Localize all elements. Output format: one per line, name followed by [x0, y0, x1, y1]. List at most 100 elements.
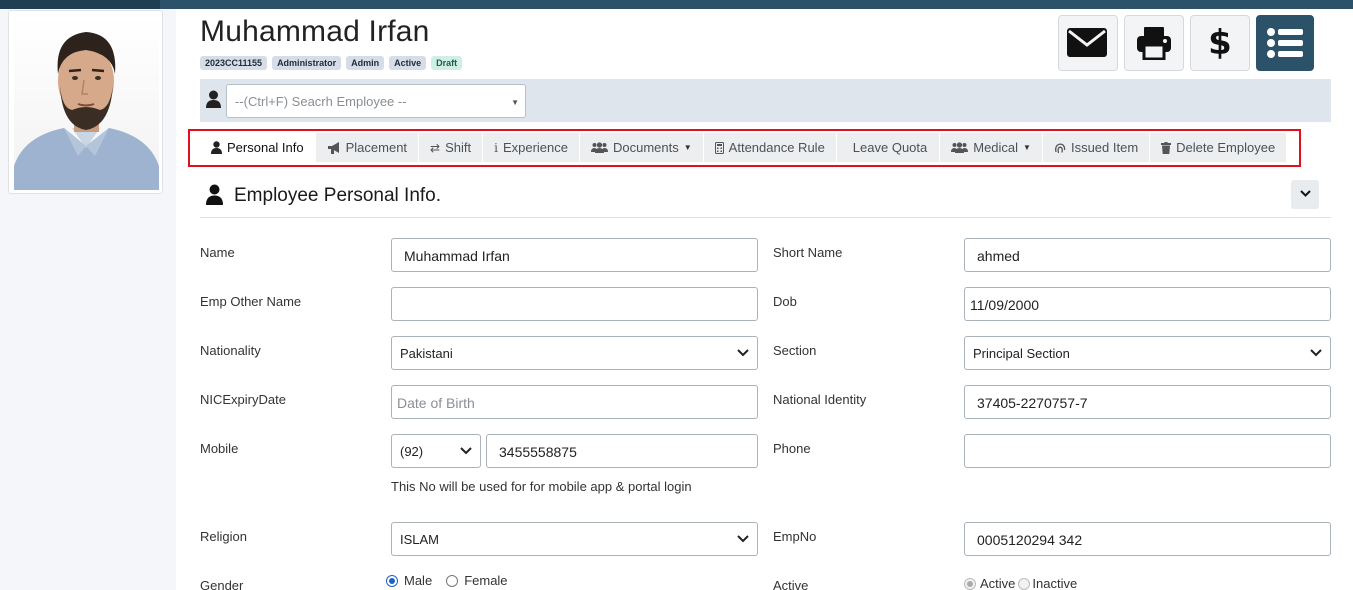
fingerprint-icon: [1054, 142, 1066, 154]
phone-label: Phone: [773, 441, 811, 456]
chevron-down-icon: [460, 447, 472, 455]
section-title: Employee Personal Info.: [234, 185, 442, 206]
user-icon: [206, 90, 221, 108]
tab-personal-info[interactable]: Personal Info: [200, 133, 316, 162]
mobile-input[interactable]: 3455558875: [486, 434, 758, 468]
section-label: Section: [773, 343, 817, 358]
chevron-down-icon: [737, 535, 749, 543]
other-name-input[interactable]: [391, 287, 758, 321]
payroll-button[interactable]: $: [1190, 15, 1250, 71]
bullhorn-icon: [327, 141, 341, 154]
tab-documents[interactable]: Documents ▼: [580, 133, 704, 162]
tab-label: Personal Info: [227, 140, 304, 155]
email-dropdown-button[interactable]: ▼: [1058, 15, 1118, 71]
tab-delete-employee[interactable]: Delete Employee: [1150, 133, 1288, 162]
chevron-down-icon: [1299, 189, 1311, 200]
tab-label: Delete Employee: [1176, 140, 1276, 155]
chevron-down-icon: [737, 349, 749, 357]
name-input[interactable]: Muhammad Irfan: [391, 238, 758, 272]
nic-expiry-input[interactable]: Date of Birth: [391, 385, 758, 419]
info-icon: i: [494, 140, 498, 155]
nationality-label: Nationality: [200, 343, 261, 358]
employee-tabs: Personal Info Placement ⇄ Shift i Experi…: [200, 133, 1288, 162]
nationality-value: Pakistani: [400, 346, 453, 361]
employee-search-bar: --(Ctrl+F) Seacrh Employee -- ▼: [200, 79, 1331, 122]
phone-input[interactable]: [964, 434, 1331, 468]
header-actions: ▼ $: [1058, 15, 1314, 71]
employee-badges: 2023CC11155 Administrator Admin Active D…: [200, 56, 463, 70]
tab-label: Shift: [445, 140, 472, 155]
dob-input[interactable]: 11/09/2000: [964, 287, 1331, 321]
dollar-icon: $: [1208, 23, 1232, 63]
empno-input[interactable]: 0005120294 342: [964, 522, 1331, 556]
caret-down-icon: ▼: [683, 143, 692, 152]
employee-code-badge: 2023CC11155: [200, 56, 268, 70]
caret-down-icon: ▼: [511, 98, 519, 107]
employee-photo-card: [8, 10, 163, 194]
tab-label: Placement: [345, 140, 408, 155]
user-icon: [206, 184, 223, 205]
users-icon: [951, 142, 969, 153]
employee-photo[interactable]: [14, 16, 159, 190]
name-label: Name: [200, 245, 235, 260]
caret-down-icon: ▼: [1099, 47, 1107, 56]
navbar-accent: [0, 0, 160, 9]
user-icon: [211, 141, 222, 154]
gender-male-radio[interactable]: [386, 574, 398, 587]
tab-label: Attendance Rule: [728, 140, 825, 155]
religion-select[interactable]: ISLAM: [391, 522, 758, 556]
status-badge: Active: [389, 56, 427, 70]
tab-shift[interactable]: ⇄ Shift: [419, 133, 484, 162]
search-placeholder: --(Ctrl+F) Seacrh Employee --: [235, 94, 407, 109]
national-identity-input[interactable]: 37405-2270757-7: [964, 385, 1331, 419]
tab-medical[interactable]: Medical ▼: [940, 133, 1043, 162]
inactive-option-label: Inactive: [1032, 576, 1078, 590]
top-navbar: [0, 0, 1353, 9]
gender-radio-group: Male Female: [386, 573, 508, 588]
tab-experience[interactable]: i Experience: [483, 133, 580, 162]
print-button[interactable]: [1124, 15, 1184, 71]
tab-placement[interactable]: Placement: [316, 133, 420, 162]
tab-issued-item[interactable]: Issued Item: [1043, 133, 1151, 162]
section-select[interactable]: Principal Section: [964, 336, 1331, 370]
tab-label: Issued Item: [1070, 140, 1139, 155]
tab-label: Leave Quota: [852, 140, 928, 155]
tab-leave-quota[interactable]: Leave Quota: [837, 133, 941, 162]
country-code-select[interactable]: (92): [391, 434, 481, 468]
nationality-select[interactable]: Pakistani: [391, 336, 758, 370]
tab-attendance-rule[interactable]: Attendance Rule: [704, 133, 837, 162]
mobile-label: Mobile: [200, 441, 239, 456]
dob-label: Dob: [773, 294, 797, 309]
active-radio-group: Active Inactive: [964, 576, 1077, 590]
tab-label: Experience: [502, 140, 568, 155]
gender-female-radio[interactable]: [446, 574, 459, 587]
chevron-down-icon: [1310, 349, 1322, 357]
employee-name: Muhammad Irfan: [200, 15, 430, 48]
active-label: Active: [773, 578, 809, 590]
tab-label: Medical: [973, 140, 1019, 155]
religion-label: Religion: [200, 529, 247, 544]
collapse-button[interactable]: [1291, 180, 1319, 209]
list-icon: [1267, 28, 1303, 58]
calculator-icon: [714, 141, 724, 154]
tab-label: Documents: [613, 140, 679, 155]
active-radio[interactable]: [964, 577, 976, 590]
exchange-icon: ⇄: [430, 140, 441, 155]
country-code-value: (92): [400, 444, 424, 459]
caret-down-icon: ▼: [1023, 143, 1031, 152]
draft-badge: Draft: [431, 56, 463, 70]
gender-male-label: Male: [404, 573, 433, 588]
short-name-label: Short Name: [773, 245, 843, 260]
group-badge: Admin: [346, 56, 385, 70]
role-badge: Administrator: [272, 56, 342, 70]
inactive-radio[interactable]: [1018, 577, 1031, 590]
employee-search-select[interactable]: --(Ctrl+F) Seacrh Employee -- ▼: [226, 84, 526, 118]
short-name-input[interactable]: ahmed: [964, 238, 1331, 272]
nic-expiry-label: NICExpiryDate: [200, 392, 286, 407]
empno-label: EmpNo: [773, 529, 817, 544]
active-option-label: Active: [980, 576, 1016, 590]
trash-icon: [1161, 141, 1172, 154]
printer-icon: [1137, 27, 1171, 60]
gender-label: Gender: [200, 578, 244, 590]
menu-list-button[interactable]: [1256, 15, 1314, 71]
